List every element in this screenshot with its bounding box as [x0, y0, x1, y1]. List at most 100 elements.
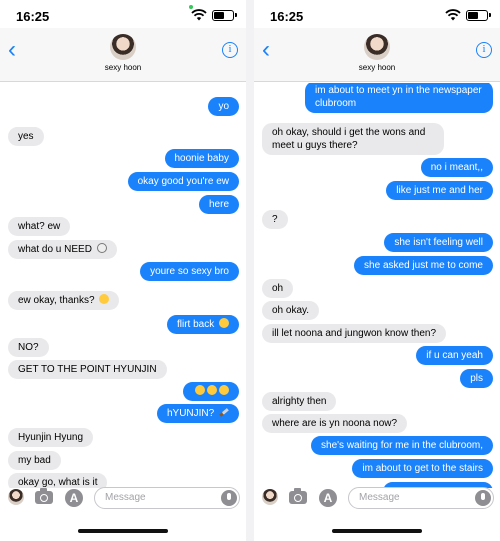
message-bubble-outgoing: flirt back [166, 315, 239, 334]
message-text: she's waiting for me in the clubroom, [321, 440, 483, 451]
app-store-icon[interactable]: A [65, 489, 83, 507]
screenshot-divider [246, 0, 254, 541]
message-text: here [208, 199, 229, 210]
message-bubble-outgoing: she asked just me to come [354, 256, 493, 275]
status-icons [445, 9, 491, 21]
message-bubble-outgoing: pls [460, 369, 493, 388]
message-placeholder: Message [359, 492, 400, 503]
message-text: yo [218, 101, 229, 112]
message-bubble-incoming: where are is yn noona now? [262, 414, 408, 433]
message-text: yes [18, 131, 34, 142]
contact-name[interactable]: sexy hoon [0, 63, 246, 72]
home-indicator[interactable] [332, 529, 422, 533]
message-bubble-outgoing: yo [208, 97, 239, 116]
message-text: no i meant,, [430, 162, 483, 173]
message-bubble-outgoing: hYUNJIN? [156, 404, 239, 423]
message-bubble-incoming: my bad [8, 451, 61, 470]
contact-avatar[interactable] [110, 34, 136, 60]
message-text: hoonie baby [174, 153, 230, 164]
microphone-icon[interactable] [475, 490, 491, 506]
camera-icon[interactable] [35, 488, 53, 504]
status-bar: 16:25 [254, 0, 500, 28]
laughing-crying-emoji-icon [99, 294, 110, 304]
message-text: NO? [18, 342, 39, 353]
message-bubble-incoming: what? ew [8, 217, 71, 236]
message-bubble-outgoing: im about to get to the stairs [352, 459, 493, 478]
message-text: like just me and her [396, 185, 483, 196]
message-text: if u can yeah [426, 350, 483, 361]
contact-avatar[interactable] [364, 34, 390, 60]
status-icons [191, 9, 237, 21]
message-list[interactable]: yo yes hoonie baby okay good you're ew h… [0, 83, 246, 488]
message-bubble-outgoing: like just me and her [386, 181, 493, 200]
message-text: Hyunjin Hyung [18, 432, 84, 443]
message-bubble-incoming: oh okay. [262, 301, 320, 320]
message-text: oh okay. [272, 305, 310, 316]
message-bubble-outgoing: no i meant,, [420, 158, 493, 177]
message-list[interactable]: im about to meet yn in the newspaper clu… [254, 83, 500, 488]
message-bubble-incoming: GET TO THE POINT HYUNJIN [8, 360, 167, 379]
message-placeholder: Message [105, 492, 146, 503]
right-screenshot: 16:25 ‹ sexy hoon i im about to meet yn … [254, 0, 500, 541]
message-text: she isn't feeling well [394, 237, 483, 248]
message-text: what? ew [18, 221, 61, 232]
message-bubble-outgoing: if u can yeah [416, 346, 493, 365]
contact-name[interactable]: sexy hoon [254, 63, 500, 72]
smiling-face-emoji-icon [219, 385, 229, 395]
message-bubble-incoming: ? [262, 210, 288, 229]
message-text: okay good you're ew [137, 176, 229, 187]
message-text: she asked just me to come [364, 260, 483, 271]
status-time: 16:25 [16, 9, 50, 24]
info-icon[interactable]: i [476, 42, 492, 58]
message-text: my bad [18, 455, 51, 466]
conversation-header: ‹ sexy hoon i [0, 28, 246, 82]
message-text: ? [272, 214, 278, 225]
microphone-icon[interactable] [221, 490, 237, 506]
message-bubble-incoming: what do u NEED [8, 240, 117, 259]
back-chevron-icon[interactable]: ‹ [8, 38, 24, 62]
message-bubble-outgoing: she's waiting for me in the clubroom, [311, 436, 493, 455]
message-text: im about to get to the stairs [362, 463, 483, 474]
compose-bar: A Message [0, 483, 246, 513]
message-text: oh [272, 283, 284, 294]
message-text: youre so sexy bro [150, 266, 229, 277]
message-text: hYUNJIN? [166, 408, 215, 419]
message-input[interactable]: Message [348, 487, 494, 509]
message-text: what do u NEED [18, 244, 92, 255]
smiling-face-emoji-icon [207, 385, 217, 395]
camera-icon[interactable] [289, 488, 307, 504]
message-bubble-incoming: ill let noona and jungwon know then? [262, 324, 447, 343]
message-text: where are is yn noona now? [272, 418, 398, 429]
app-store-icon[interactable]: A [319, 489, 337, 507]
info-icon[interactable]: i [222, 42, 238, 58]
message-bubble-outgoing [183, 382, 239, 401]
message-text: pls [470, 373, 483, 384]
memoji-icon[interactable] [8, 489, 24, 505]
message-bubble-incoming: oh [262, 279, 294, 298]
status-bar: 16:25 [0, 0, 246, 28]
message-bubble-outgoing: im about to meet yn in the newspaper clu… [305, 83, 493, 113]
message-bubble-incoming: Hyunjin Hyung [8, 428, 94, 447]
message-bubble-outgoing: okay good you're ew [127, 172, 239, 191]
left-screenshot: 16:25 ‹ sexy hoon i yo yes hoonie baby o… [0, 0, 246, 541]
skull-emoji-icon [96, 243, 107, 253]
smiling-face-emoji-icon [195, 385, 205, 395]
message-text: GET TO THE POINT HYUNJIN [18, 364, 157, 375]
message-bubble-outgoing: here [198, 195, 239, 214]
message-bubble-incoming: oh okay, should i get the wons and meet … [262, 123, 444, 155]
home-indicator[interactable] [78, 529, 168, 533]
wifi-icon [191, 9, 207, 21]
message-input[interactable]: Message [94, 487, 240, 509]
knife-emoji-icon [219, 408, 229, 417]
back-chevron-icon[interactable]: ‹ [262, 38, 278, 62]
message-text: ill let noona and jungwon know then? [272, 328, 437, 339]
status-time: 16:25 [270, 9, 304, 24]
wifi-icon [445, 9, 461, 21]
message-text: alrighty then [272, 396, 327, 407]
message-bubble-outgoing: hoonie baby [164, 149, 239, 168]
message-text: im about to meet yn in the newspaper clu… [315, 85, 482, 109]
memoji-icon[interactable] [262, 489, 278, 505]
message-bubble-incoming: yes [8, 127, 44, 146]
message-text: ew okay, thanks? [18, 295, 95, 306]
grinning-sweat-emoji-icon [219, 318, 229, 328]
